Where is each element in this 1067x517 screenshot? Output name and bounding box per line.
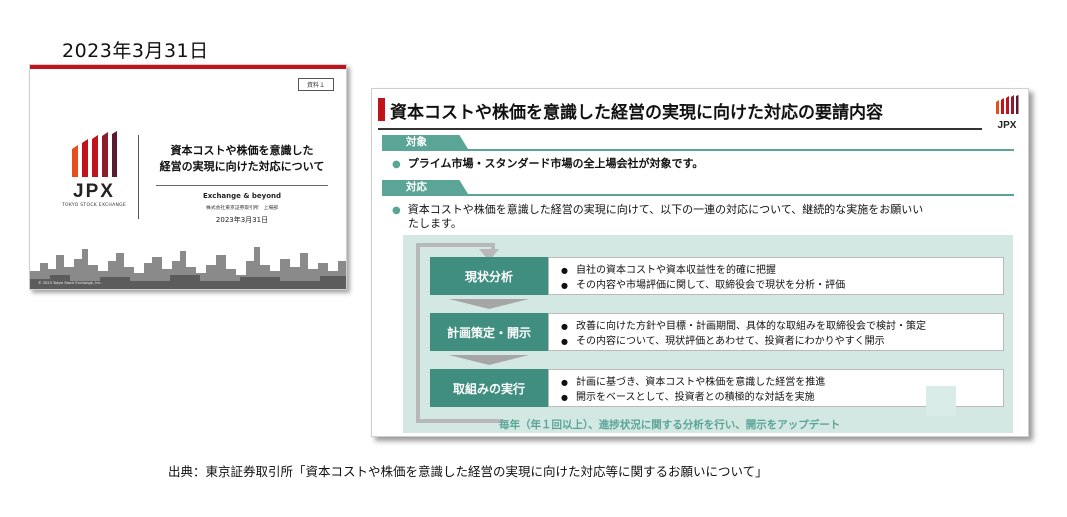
step-1-item-2: ● その内容や市場評価に関して、取締役会で現状を分析・評価 <box>561 278 1003 293</box>
jpx-mini-logo: JPX <box>992 95 1022 131</box>
bullet-dot-icon: ● <box>561 393 568 402</box>
step-box-planning-disclosure: 計画策定・開示 <box>430 313 548 351</box>
step-desc-current-analysis: ● 自社の資本コストや資本収益性を的確に把握 ● その内容や市場評価に関して、取締役… <box>548 257 1004 295</box>
bullet-dot-icon: ● <box>561 378 568 387</box>
section-line-response <box>382 194 1014 196</box>
cover-top-accent-bar <box>30 65 346 69</box>
cover-title-rule <box>156 185 328 186</box>
step-down-chevron-icon <box>449 299 529 309</box>
section-tab-target: 対象 <box>382 135 468 149</box>
requirements-slide: 資本コストや株価を意識した経営の実現に向けた対応の要請内容 JPX 対象 ● プラ… <box>371 88 1029 437</box>
bullet-target: ● プライム市場・スタンダード市場の全上場会社が対象です。 <box>392 155 703 171</box>
step-1-item-2-text: その内容や市場評価に関して、取締役会で現状を分析・評価 <box>575 280 846 291</box>
date-heading: 2023年3月31日 <box>62 40 209 62</box>
bullet-dot-icon: ● <box>561 266 568 275</box>
bullet-dot-icon: ● <box>561 322 568 331</box>
jpx-logo-mark-icon <box>72 131 117 177</box>
step-1-item-1-text: 自社の資本コストや資本収益性を的確に把握 <box>575 265 776 276</box>
bullet-target-text: プライム市場・スタンダード市場の全上場会社が対象です。 <box>407 157 704 170</box>
cover-slide-thumbnail: 資料１ JPX TOKYO STOCK EXCHANGE 資本コストや株価を意識… <box>29 64 347 290</box>
jpx-logo: JPX TOKYO STOCK EXCHANGE <box>56 131 132 208</box>
material-tag: 資料１ <box>297 78 334 91</box>
cover-logo-subtext: TOKYO STOCK EXCHANGE <box>61 203 127 208</box>
step-2-item-2-text: その内容について、現状評価とあわせて、投資者にわかりやすく開示 <box>575 336 885 347</box>
section-tab-response: 対応 <box>382 180 468 194</box>
step-box-execution: 取組みの実行 <box>430 369 548 407</box>
bullet-dot-icon: ● <box>392 159 401 170</box>
cover-date: 2023年3月31日 <box>215 216 269 224</box>
step-2-item-1-text: 改善に向けた方針や目標・計画期間、具体的な取組みを取締役会で検討・策定 <box>575 321 926 332</box>
source-citation: 出典：東京証券取引所「資本コストや株価を意識した経営の実現に向けた対応等に関する… <box>168 464 768 479</box>
slide-title-rule <box>378 128 982 130</box>
slide-title: 資本コストや株価を意識した経営の実現に向けた対応の要請内容 <box>390 103 883 123</box>
annual-update-note: 毎年（年１回以上）、進捗状況に関する分析を行い、開示をアップデート <box>499 419 841 431</box>
bullet-dot-icon: ● <box>561 337 568 346</box>
step-box-current-analysis: 現状分析 <box>430 257 548 295</box>
loop-arrow-left-segment <box>416 243 420 423</box>
step-3-item-2-text: 開示をベースとして、投資者との積極的な対話を実施 <box>575 392 815 403</box>
cover-title-line-1: 資本コストや株価を意識した <box>170 144 314 157</box>
bullet-response-line-2: たします。 <box>408 217 462 230</box>
step-desc-planning-disclosure: ● 改善に向けた方針や目標・計画期間、具体的な取組みを取締役会で検討・策定 ● その… <box>548 313 1004 351</box>
cover-tagline: Exchange & beyond <box>203 192 281 200</box>
step-2-item-2: ● その内容について、現状評価とあわせて、投資者にわかりやすく開示 <box>561 334 1003 349</box>
loop-arrow-top-segment <box>416 243 495 247</box>
step-down-chevron-icon <box>449 355 529 365</box>
loop-arrow-bottom-segment <box>416 419 502 423</box>
slide-title-accent-bar <box>378 98 385 121</box>
cover-logo-text: JPX <box>73 181 115 202</box>
section-line-target <box>382 149 1014 151</box>
cover-title-block: 資本コストや株価を意識した 経営の実現に向けた対応について Exchange &… <box>142 143 342 225</box>
jpx-mini-logo-mark-icon <box>996 95 1019 114</box>
bullet-dot-icon: ● <box>392 205 401 216</box>
jpx-mini-logo-text: JPX <box>997 120 1017 131</box>
cover-copyright: © 2023 Tokyo Stock Exchange, Inc. <box>38 281 102 285</box>
cover-vertical-divider <box>138 135 139 219</box>
step-1-item-1: ● 自社の資本コストや資本収益性を的確に把握 <box>561 263 1003 278</box>
step-3-item-1-text: 計画に基づき、資本コストや株価を意識した経営を推進 <box>575 377 826 388</box>
cover-organization: 株式会社東京証券取引所 上場部 <box>206 206 278 211</box>
decorative-square <box>926 386 956 416</box>
bullet-response-text-1: 資本コストや株価を意識した経営の実現に向けて、以下の一連の対応について、継続的な… <box>407 203 924 216</box>
bullet-dot-icon: ● <box>561 281 568 290</box>
step-2-item-1: ● 改善に向けた方針や目標・計画期間、具体的な取組みを取締役会で検討・策定 <box>561 319 1003 334</box>
cover-title-line-2: 経営の実現に向けた対応について <box>159 160 325 173</box>
bullet-response-line-1: ● 資本コストや株価を意識した経営の実現に向けて、以下の一連の対応について、継続的… <box>392 201 923 217</box>
